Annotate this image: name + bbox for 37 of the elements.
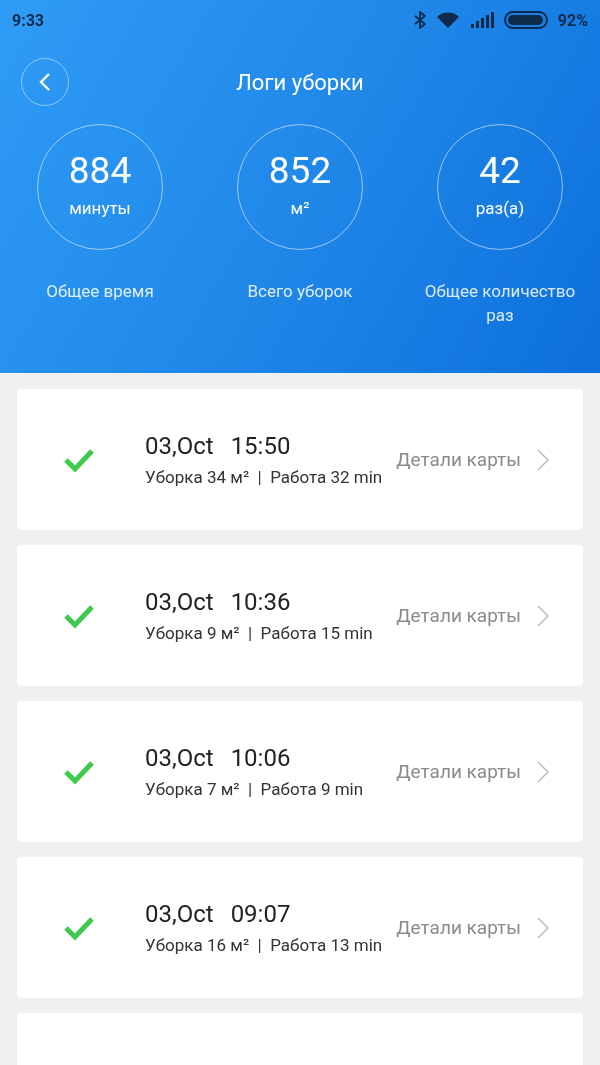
stat-label: Общее время [45,280,155,303]
log-date: 03,Oct [145,742,214,773]
log-summary: Уборка 9 м² | Работа 15 min [145,622,374,643]
chevron-right-icon [537,448,549,471]
chevron-right-icon [537,604,549,627]
battery-percent: 92% [557,10,588,30]
log-card[interactable]: 03,Oct 10:06 Уборка 7 м² | Работа 9 min Детали карты [17,701,583,842]
log-time: 10:06 [230,742,291,773]
log-date: 03,Oct [145,430,214,461]
back-icon [39,72,51,92]
log-summary: Уборка 7 м² | Работа 9 min [145,778,365,799]
stat-unit: минуты [69,198,131,218]
log-time: 15:50 [230,430,291,461]
stat-value: 42 [479,150,521,192]
log-time: 10:36 [230,586,291,617]
signal-icon [469,12,494,28]
stat-label: Общее количество раз [423,280,577,327]
log-date: 03,Oct [145,898,214,929]
log-date: 03,Oct [145,586,214,617]
stat-unit: м² [290,198,310,218]
bluetooth-icon [413,11,426,29]
stat-label: Всего уборок [246,280,354,303]
stat-value: 852 [268,150,332,192]
wifi-icon [435,11,460,29]
log-card[interactable]: 03,Oct 10:36 Уборка 9 м² | Работа 15 min Детали карты [17,545,583,686]
log-summary: Уборка 16 м² | Работа 13 min [145,934,384,955]
chevron-right-icon [537,760,549,783]
log-card[interactable]: 03,Oct 15:50 Уборка 34 м² | Работа 32 min Детали карты [17,389,583,530]
log-card[interactable]: 03,Oct 09:07 Уборка 16 м² | Работа 13 min Детали карты [17,857,583,998]
chevron-right-icon [537,916,549,939]
battery-icon [503,11,548,29]
stat-value: 884 [68,150,132,192]
status-time: 9:33 [12,10,45,30]
log-summary: Уборка 34 м² | Работа 32 min [145,466,384,487]
log-time: 09:07 [230,898,291,929]
page-title: Логи уборки [236,70,364,95]
stat-unit: раз(а) [475,198,525,218]
